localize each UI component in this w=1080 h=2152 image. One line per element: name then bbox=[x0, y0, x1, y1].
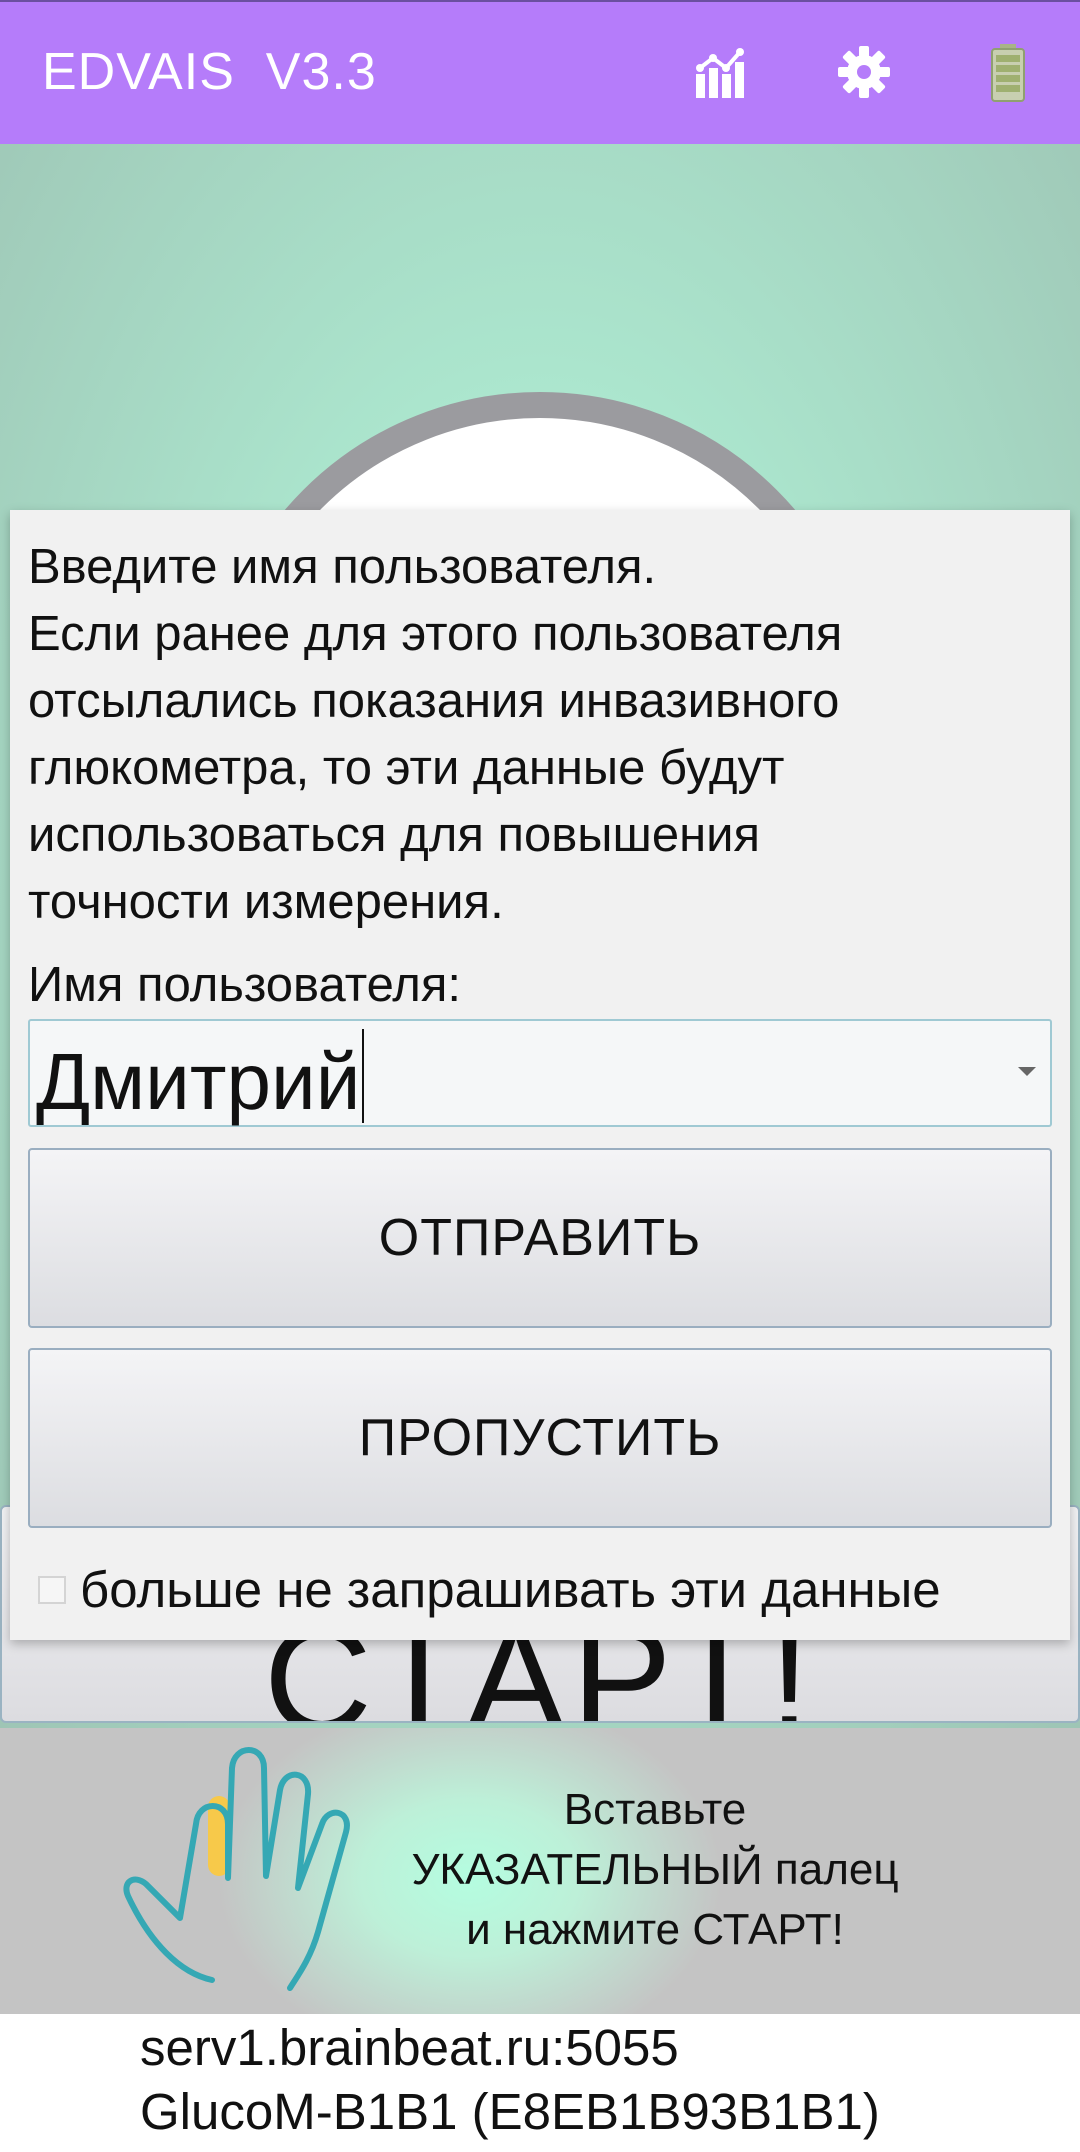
battery-icon bbox=[991, 44, 1025, 102]
message-line: отсылались показания инвазивного bbox=[28, 674, 840, 728]
username-value-wrap: Дмитрий bbox=[36, 1029, 365, 1127]
app-bar: EDVAIS V3.3 bbox=[0, 0, 1080, 144]
device-id: GlucoM-B1B1 (E8EB1B93B1B1) bbox=[140, 2083, 880, 2140]
instruction-panel: Вставьте УКАЗАТЕЛЬНЫЙ палец и нажмите СТ… bbox=[0, 1728, 1080, 2014]
instruction-text: Вставьте УКАЗАТЕЛЬНЫЙ палец и нажмите СТ… bbox=[370, 1780, 940, 1960]
hand-icon bbox=[123, 1747, 350, 1991]
message-line: Введите имя пользователя. bbox=[28, 540, 657, 594]
instruction-line: Вставьте bbox=[563, 1785, 747, 1834]
bar-chart-icon[interactable] bbox=[688, 40, 752, 104]
instruction-line: и нажмите СТАРТ! bbox=[466, 1905, 844, 1954]
skip-button[interactable]: ПРОПУСТИТЬ bbox=[28, 1348, 1052, 1528]
screen: EDVAIS V3.3 СТАРТ! Введите имя пользоват… bbox=[0, 0, 1080, 2152]
username-dialog: Введите имя пользователя. Если ранее для… bbox=[10, 510, 1070, 1640]
message-line: Если ранее для этого пользователя bbox=[28, 607, 843, 661]
status-footer: serv1.brainbeat.ru:5055 GlucoM-B1B1 (E8E… bbox=[0, 2014, 1080, 2152]
dialog-message: Введите имя пользователя. Если ранее для… bbox=[28, 534, 1058, 936]
message-line: точности измерения. bbox=[28, 875, 504, 929]
username-input[interactable]: Дмитрий bbox=[28, 1019, 1052, 1127]
username-label: Имя пользователя: bbox=[28, 958, 461, 1012]
server-address: serv1.brainbeat.ru:5055 bbox=[140, 2019, 679, 2076]
gear-icon[interactable] bbox=[832, 40, 896, 104]
instruction-line: УКАЗАТЕЛЬНЫЙ палец bbox=[411, 1845, 899, 1894]
dont-ask-checkbox[interactable] bbox=[38, 1576, 66, 1604]
username-value: Дмитрий bbox=[36, 1037, 361, 1126]
text-caret bbox=[362, 1029, 365, 1123]
dont-ask-label[interactable]: больше не запрашивать эти данные bbox=[80, 1560, 941, 1619]
dropdown-arrow-icon[interactable] bbox=[1018, 1067, 1036, 1076]
app-title: EDVAIS V3.3 bbox=[42, 43, 377, 101]
message-line: использоваться для повышения bbox=[28, 808, 761, 862]
message-line: глюкометра, то эти данные будут bbox=[28, 741, 785, 795]
send-button[interactable]: ОТПРАВИТЬ bbox=[28, 1148, 1052, 1328]
